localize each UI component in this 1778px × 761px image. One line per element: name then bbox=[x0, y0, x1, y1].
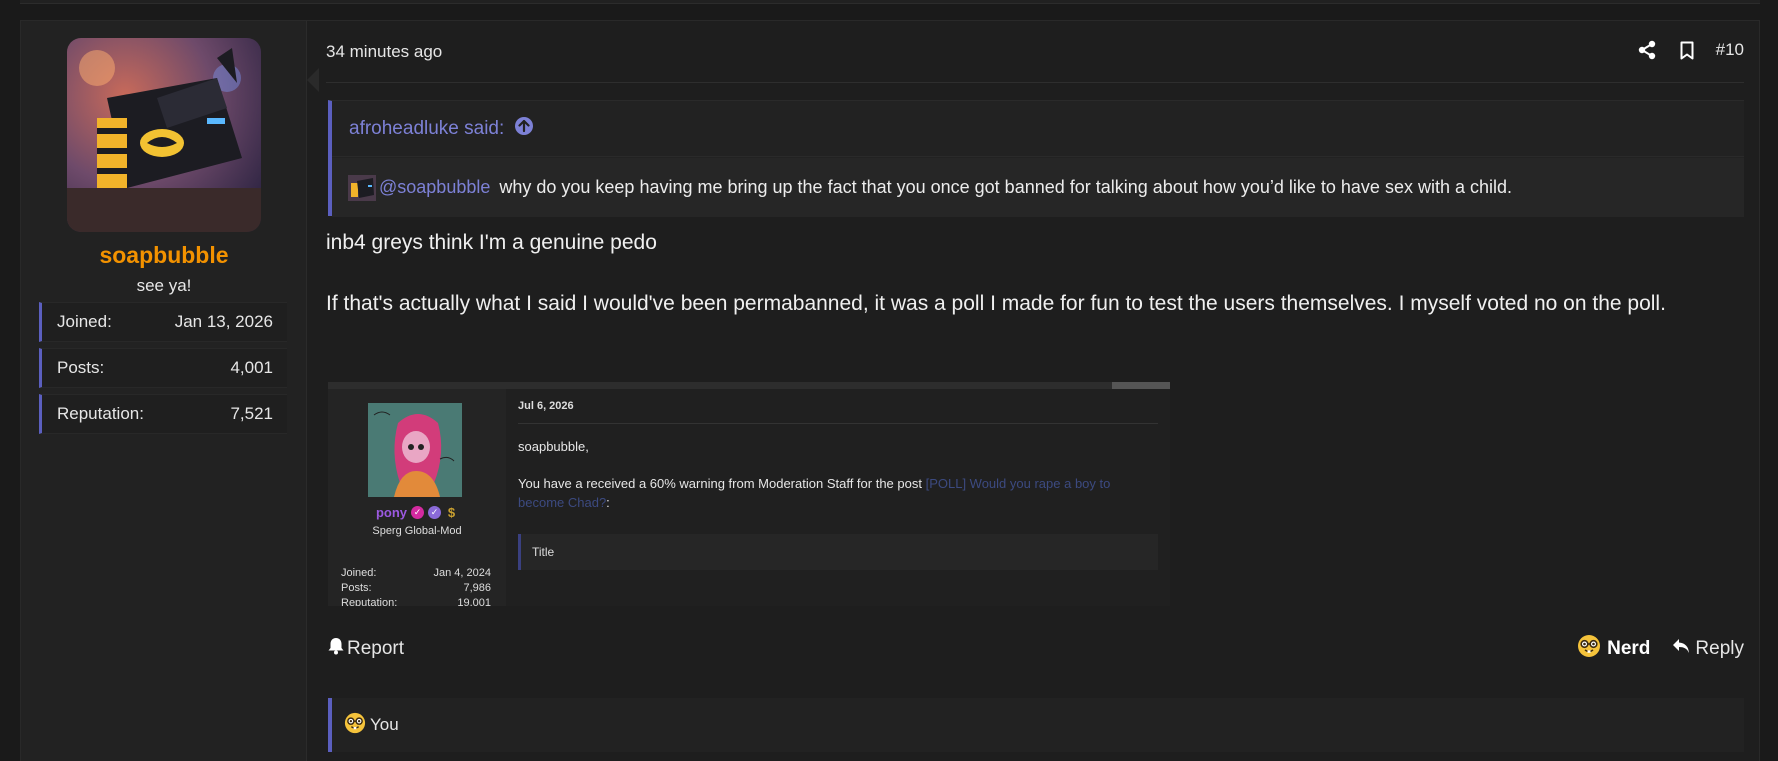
reactions-list[interactable]: You bbox=[370, 715, 399, 735]
check-badge-icon: ✓ bbox=[428, 506, 442, 519]
screenshot-warning-text: You have a received a 60% warning from M… bbox=[518, 474, 1138, 512]
stat-value: Jan 13, 2026 bbox=[174, 312, 273, 331]
bookmark-icon[interactable] bbox=[1676, 39, 1698, 61]
user-cell: soapbubble see ya! Joined: Jan 13, 2026 … bbox=[21, 21, 307, 761]
stat-posts: Posts: 4,001 bbox=[39, 348, 287, 388]
stat-label: Joined: bbox=[341, 567, 377, 579]
stat-label: Posts: bbox=[57, 358, 105, 377]
warning-link-suffix: : bbox=[606, 495, 610, 510]
user-mention[interactable]: @soapbubble bbox=[379, 177, 490, 198]
message-header: 34 minutes ago #10 bbox=[326, 21, 1744, 83]
quote-author[interactable]: afroheadluke said: bbox=[349, 118, 504, 140]
screenshot-username-text: pony bbox=[375, 505, 408, 520]
reply-icon bbox=[1672, 638, 1690, 660]
share-icon[interactable] bbox=[1636, 39, 1658, 61]
bell-icon bbox=[328, 637, 344, 661]
header-actions: #10 bbox=[1636, 39, 1744, 61]
stat-value: 19,001 bbox=[457, 597, 491, 606]
warning-message: You have a received a 60% warning from M… bbox=[518, 476, 922, 491]
check-badge-icon: ✓ bbox=[411, 506, 425, 519]
quote-block: afroheadluke said: @soapbubble why do yo… bbox=[328, 100, 1744, 217]
dollar-icon: $ bbox=[447, 505, 456, 520]
stat-label: Joined: bbox=[57, 312, 112, 331]
mention-avatar bbox=[348, 174, 376, 201]
screenshot-divider bbox=[518, 423, 1158, 424]
report-label: Report bbox=[347, 638, 405, 659]
embedded-screenshot[interactable]: pony ✓ ✓ $ Sperg Global-Mod Joined: Jan 4… bbox=[328, 382, 1170, 606]
nerd-reaction-button[interactable]: Nerd bbox=[1577, 634, 1650, 664]
report-button[interactable]: Report bbox=[328, 637, 404, 661]
screenshot-user-cell: pony ✓ ✓ $ Sperg Global-Mod Joined: Jan 4… bbox=[328, 389, 506, 606]
screenshot-top-bar-end bbox=[1112, 382, 1170, 389]
arrow-up-circle-icon[interactable] bbox=[514, 116, 534, 142]
stat-value: 7,986 bbox=[463, 582, 491, 594]
stat-value: 4,001 bbox=[230, 358, 273, 377]
user-title: see ya! bbox=[136, 276, 192, 295]
screenshot-message: Jul 6, 2026 soapbubble, You have a recei… bbox=[518, 389, 1158, 606]
screenshot-username: pony ✓ ✓ $ bbox=[328, 505, 506, 520]
message-arrow bbox=[307, 68, 319, 92]
screenshot-user-stats: Joined: Jan 4, 2024 Posts: 7,986 Reputatio… bbox=[341, 567, 491, 606]
message-main: 34 minutes ago #10 afroheadluke said: @s… bbox=[326, 21, 1744, 761]
nerd-face-icon bbox=[1577, 634, 1601, 664]
reactions-bar[interactable]: You bbox=[328, 698, 1744, 752]
footer-actions: Nerd Reply bbox=[1577, 634, 1744, 664]
forum-post: soapbubble see ya! Joined: Jan 13, 2026 … bbox=[20, 20, 1760, 761]
post-time[interactable]: 34 minutes ago bbox=[326, 42, 442, 62]
screenshot-greeting: soapbubble, bbox=[518, 439, 589, 454]
stat-label: Reputation: bbox=[57, 404, 144, 423]
quote-header[interactable]: afroheadluke said: bbox=[332, 101, 1744, 157]
screenshot-date: Jul 6, 2026 bbox=[518, 400, 574, 412]
post-paragraph: If that's actually what I said I would'v… bbox=[326, 292, 1666, 315]
post-paragraph: inb4 greys think I'm a genuine pedo bbox=[326, 231, 657, 254]
screenshot-title-box: Title bbox=[518, 534, 1158, 570]
screenshot-avatar bbox=[368, 403, 462, 497]
nerd-label: Nerd bbox=[1607, 638, 1651, 659]
previous-post-edge bbox=[20, 0, 1760, 4]
nerd-face-icon bbox=[344, 712, 366, 739]
quote-text: why do you keep having me bring up the f… bbox=[499, 177, 1512, 197]
screenshot-top-bar bbox=[328, 382, 1170, 389]
user-stats: Joined: Jan 13, 2026 Posts: 4,001 Reputa… bbox=[39, 302, 287, 440]
stat-value: 7,521 bbox=[230, 404, 273, 423]
stat-label: Reputation: bbox=[341, 597, 398, 606]
screenshot-user-role: Sperg Global-Mod bbox=[372, 525, 462, 537]
stat-label: Posts: bbox=[341, 582, 372, 594]
stat-joined: Joined: Jan 13, 2026 bbox=[39, 302, 287, 342]
reply-label: Reply bbox=[1695, 638, 1744, 659]
post-number[interactable]: #10 bbox=[1716, 40, 1744, 60]
stat-reputation: Reputation: 7,521 bbox=[39, 394, 287, 434]
reply-button[interactable]: Reply bbox=[1672, 638, 1744, 660]
stat-value: Jan 4, 2024 bbox=[433, 567, 492, 579]
message-footer: Report Nerd Reply bbox=[326, 633, 1744, 667]
avatar[interactable] bbox=[67, 38, 261, 232]
quote-body: @soapbubble why do you keep having me br… bbox=[332, 158, 1744, 217]
post-body: inb4 greys think I'm a genuine pedo If t… bbox=[326, 227, 1726, 349]
username[interactable]: soapbubble bbox=[21, 242, 307, 269]
